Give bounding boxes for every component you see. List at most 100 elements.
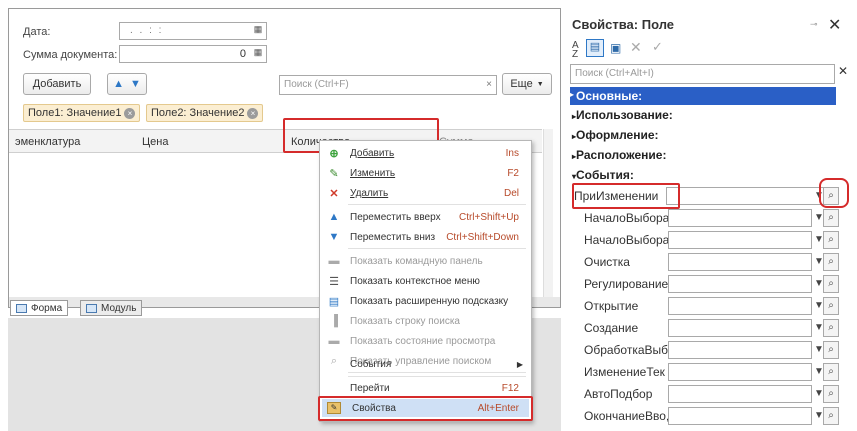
edit-icon: ✎ xyxy=(329,167,339,180)
pin-icon[interactable]: ⊸ xyxy=(810,19,818,30)
highlight-frame xyxy=(572,183,680,209)
submenu-arrow-icon: ▶ xyxy=(516,359,523,369)
add-icon: ⊕ xyxy=(329,147,339,160)
event-row[interactable]: НачалоВыбора ▼ ⌕ xyxy=(568,229,851,251)
event-row[interactable]: НачалоВыбора ▼ ⌕ xyxy=(568,207,851,229)
filter-tag[interactable]: Поле1: Значение1 × xyxy=(23,104,141,122)
menu-item-move-down[interactable]: ▼ Переместить вниз Ctrl+Shift+Down xyxy=(320,227,531,247)
remove-tag-icon[interactable]: × xyxy=(247,107,259,119)
highlight-frame xyxy=(819,178,849,208)
view-state-icon: ▬ xyxy=(328,335,340,347)
search-icon[interactable]: ⌕ xyxy=(823,275,839,293)
menu-item-goto[interactable]: Перейти F12 xyxy=(320,378,531,398)
event-row[interactable]: Регулирование ▼ ⌕ xyxy=(568,273,851,295)
event-handler-field[interactable] xyxy=(668,209,812,227)
command-panel-icon: ▬ xyxy=(328,255,340,267)
search-icon[interactable]: ⌕ xyxy=(823,319,839,337)
section-layout[interactable]: ▸Расположение: xyxy=(572,148,666,162)
menu-item-edit[interactable]: ✎ Изменить F2 xyxy=(320,163,531,183)
tab-module[interactable]: Модуль xyxy=(80,300,143,316)
context-menu-icon: ☰ xyxy=(329,275,339,288)
menu-separator xyxy=(348,248,526,249)
event-row[interactable]: ИзменениеТек ▼ ⌕ xyxy=(568,361,851,383)
section-appearance[interactable]: ▸Оформление: xyxy=(572,128,659,142)
panel-search-input[interactable]: Поиск (Ctrl+Alt+I) xyxy=(570,64,835,84)
search-icon[interactable]: ⌕ xyxy=(823,363,839,381)
event-handler-field[interactable] xyxy=(668,231,812,249)
panel-title: Свойства: Поле xyxy=(572,17,675,32)
menu-item-add[interactable]: ⊕ Добавить Ins xyxy=(320,143,531,163)
event-row[interactable]: АвтоПодбор ▼ ⌕ xyxy=(568,383,851,405)
date-field[interactable]: . . : : ▦ xyxy=(119,22,267,40)
section-events[interactable]: ▾События: xyxy=(572,168,634,182)
menu-item-show-command-panel[interactable]: ▬ Показать командную панель xyxy=(320,251,531,271)
category-view-icon[interactable]: ▤ xyxy=(586,39,604,57)
menu-item-show-view-state[interactable]: ▬ Показать состояние просмотра xyxy=(320,331,531,351)
section-usage[interactable]: ▸Использование: xyxy=(572,108,673,122)
event-handler-field[interactable] xyxy=(668,297,812,315)
search-input[interactable]: Поиск (Ctrl+F) × xyxy=(279,75,497,95)
search-bar-icon: ▐ xyxy=(330,315,338,327)
delete-icon: ✕ xyxy=(329,187,339,200)
sum-field[interactable]: 0 ▦ xyxy=(119,45,267,63)
menu-item-show-search-bar[interactable]: ▐ Показать строку поиска xyxy=(320,311,531,331)
event-handler-field[interactable] xyxy=(668,385,812,403)
menu-item-show-context-menu[interactable]: ☰ Показать контекстное меню xyxy=(320,271,531,291)
search-icon[interactable]: ⌕ xyxy=(823,407,839,425)
sort-icon[interactable]: AZ xyxy=(572,41,579,60)
cancel-icon[interactable]: ✕ xyxy=(630,39,642,56)
check-icon[interactable]: ✓ xyxy=(652,39,663,55)
clear-icon[interactable]: × xyxy=(486,79,492,90)
arrow-up-icon: ▲ xyxy=(328,211,340,223)
calculator-icon[interactable]: ▦ xyxy=(252,47,264,60)
event-handler-field[interactable] xyxy=(668,275,812,293)
move-buttons: ▲ ▼ xyxy=(107,73,147,95)
arrow-down-icon: ▼ xyxy=(328,231,340,243)
search-icon[interactable]: ⌕ xyxy=(823,253,839,271)
scrollbar[interactable] xyxy=(543,129,553,299)
menu-item-events[interactable]: События ▶ xyxy=(320,354,531,374)
event-row[interactable]: ОбработкаВыб ▼ ⌕ xyxy=(568,339,851,361)
search-icon[interactable]: ⌕ xyxy=(823,209,839,227)
module-icon xyxy=(86,303,97,313)
menu-separator xyxy=(348,376,526,377)
date-label: Дата: xyxy=(23,26,51,38)
event-handler-field[interactable] xyxy=(668,363,812,381)
clear-icon[interactable]: ✕ xyxy=(836,64,850,84)
tab-form[interactable]: Форма xyxy=(10,300,69,316)
menu-item-delete[interactable]: ✕ Удалить Del xyxy=(320,183,531,203)
event-handler-field[interactable] xyxy=(668,319,812,337)
menu-separator xyxy=(348,204,526,205)
search-icon[interactable]: ⌕ xyxy=(823,231,839,249)
menu-item-move-up[interactable]: ▲ Переместить вверх Ctrl+Shift+Up xyxy=(320,207,531,227)
search-icon[interactable]: ⌕ xyxy=(823,385,839,403)
properties-panel: Свойства: Поле ⊸ ✕ AZ ▤ ▣ ✕ ✓ Поиск (Ctr… xyxy=(568,15,851,426)
event-handler-field[interactable] xyxy=(668,407,812,425)
more-button[interactable]: Еще ▼ xyxy=(502,73,552,95)
event-handler-field[interactable] xyxy=(668,253,812,271)
remove-tag-icon[interactable]: × xyxy=(124,107,136,119)
arrow-up-icon[interactable]: ▲ xyxy=(113,78,124,90)
chevron-down-icon: ▼ xyxy=(536,80,544,88)
close-icon[interactable]: ✕ xyxy=(828,15,841,35)
search-icon[interactable]: ⌕ xyxy=(823,341,839,359)
event-row[interactable]: Открытие ▼ ⌕ xyxy=(568,295,851,317)
event-row[interactable]: Очистка ▼ ⌕ xyxy=(568,251,851,273)
event-row[interactable]: ОкончаниеВво, ▼ ⌕ xyxy=(568,405,851,427)
column-header[interactable]: эменклатура xyxy=(15,136,80,148)
arrow-down-icon[interactable]: ▼ xyxy=(130,78,141,90)
event-handler-field[interactable] xyxy=(666,187,824,205)
expand-icon: ▸ xyxy=(570,90,575,99)
section-basic[interactable]: Основные: ▸ xyxy=(570,87,836,105)
calendar-icon[interactable]: ▦ xyxy=(252,24,264,37)
menu-item-show-tooltip[interactable]: ▤ Показать расширенную подсказку xyxy=(320,291,531,311)
column-header[interactable]: Цена xyxy=(142,136,168,148)
add-button[interactable]: Добавить xyxy=(23,73,91,95)
highlight-frame xyxy=(318,396,533,421)
filter-icon[interactable]: ▣ xyxy=(610,41,621,55)
event-row[interactable]: Создание ▼ ⌕ xyxy=(568,317,851,339)
search-icon[interactable]: ⌕ xyxy=(823,297,839,315)
form-icon xyxy=(16,303,27,313)
filter-tag[interactable]: Поле2: Значение2 × xyxy=(146,104,264,122)
event-handler-field[interactable] xyxy=(668,341,812,359)
